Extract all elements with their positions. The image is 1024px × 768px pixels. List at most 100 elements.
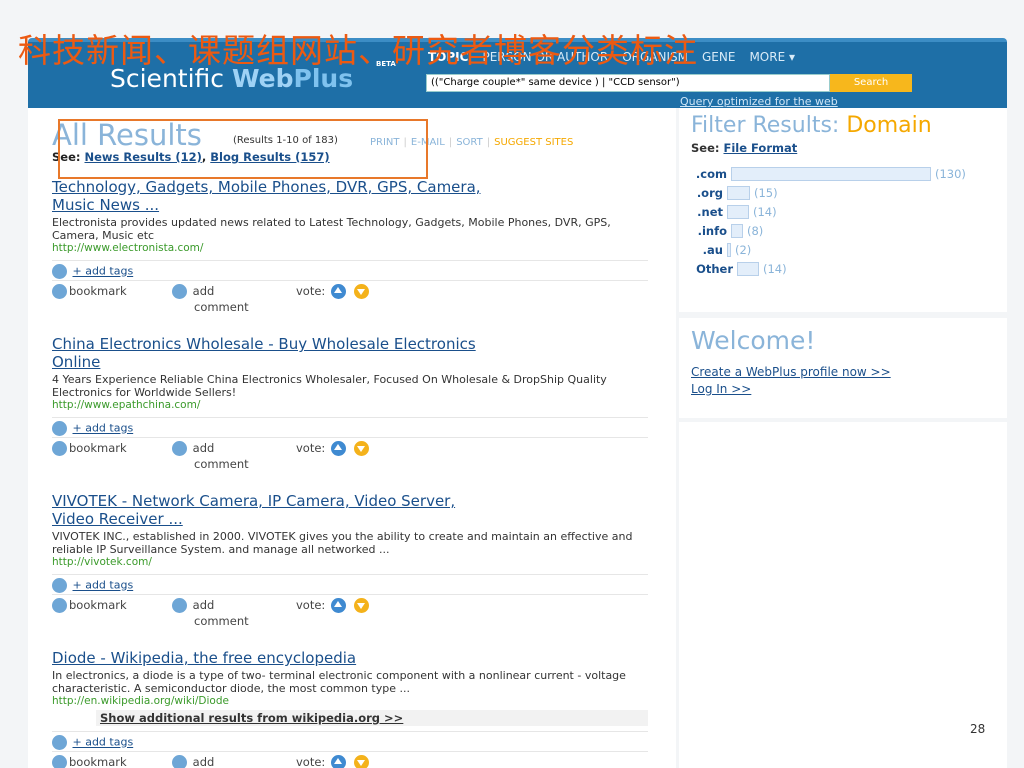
domain-bar <box>727 186 750 200</box>
vote-down-icon[interactable] <box>354 284 370 299</box>
domain-label: .org <box>696 186 723 200</box>
blog-results-link[interactable]: Blog Results (157) <box>210 150 329 164</box>
domain-count: (8) <box>747 224 764 238</box>
vote-group: vote: <box>296 284 371 299</box>
news-results-link[interactable]: News Results (12) <box>85 150 202 164</box>
result-url[interactable]: http://www.epathchina.com/ <box>52 399 648 412</box>
bookmark-button[interactable]: bookmark <box>52 284 127 299</box>
tag-icon <box>52 264 67 279</box>
bookmark-icon <box>52 598 67 613</box>
domain-filter-info[interactable]: .info (8) <box>691 223 763 239</box>
domain-bar <box>731 224 743 238</box>
domain-label: .au <box>702 243 723 257</box>
add-comment-button[interactable]: add <box>172 441 214 456</box>
print-link[interactable]: PRINT <box>370 137 400 148</box>
vote-label: vote: <box>296 441 326 455</box>
results-count: (Results 1-10 of 183) <box>233 135 338 146</box>
domain-label: .net <box>697 205 723 219</box>
results-panel: All Results (Results 1-10 of 183) PRINT |… <box>28 108 676 768</box>
sort-link[interactable]: SORT <box>456 137 483 148</box>
add-tags-link[interactable]: + add tags <box>73 422 134 435</box>
result-title-link[interactable]: VIVOTEK - Network Camera, IP Camera, Vid… <box>52 492 648 528</box>
result-actions: bookmark add comment vote: <box>52 437 648 471</box>
comment-icon <box>172 284 187 299</box>
file-format-link[interactable]: File Format <box>724 141 798 155</box>
result-description: In electronics, a diode is a type of two… <box>52 669 626 695</box>
vote-up-icon[interactable] <box>331 441 347 456</box>
result-title-link[interactable]: Diode - Wikipedia, the free encyclopedia <box>52 649 648 667</box>
add-comment-label: comment <box>194 457 249 471</box>
bookmark-button[interactable]: bookmark <box>52 598 127 613</box>
domain-bar <box>727 243 731 257</box>
tags-line: + add tags <box>52 260 648 279</box>
email-link[interactable]: E-MAIL <box>411 137 445 148</box>
add-tags-link[interactable]: + add tags <box>73 265 134 278</box>
result-description: 4 Years Experience Reliable China Electr… <box>52 373 607 399</box>
tags-line: + add tags <box>52 417 648 436</box>
welcome-panel: Welcome! Create a WebPlus profile now >>… <box>679 318 1007 418</box>
bookmark-button[interactable]: bookmark <box>52 441 127 456</box>
bookmark-button[interactable]: bookmark <box>52 755 127 768</box>
see-line: See: News Results (12), Blog Results (15… <box>52 150 330 164</box>
search-input[interactable]: (("Charge couple*" same device ) | "CCD … <box>426 74 830 92</box>
result-url[interactable]: http://www.electronista.com/ <box>52 242 648 255</box>
login-link[interactable]: Log In >> <box>691 382 751 396</box>
add-comment-button[interactable]: add <box>172 284 214 299</box>
create-profile-link[interactable]: Create a WebPlus profile now >> <box>691 365 891 379</box>
domain-count: (14) <box>763 262 787 276</box>
domain-filter-other[interactable]: Other (14) <box>691 261 787 277</box>
result-title-line: VIVOTEK - Network Camera, IP Camera, Vid… <box>52 492 456 510</box>
domain-count: (15) <box>754 186 778 200</box>
more-results-link[interactable]: Show additional results from wikipedia.o… <box>96 710 648 726</box>
nav-more[interactable]: MORE ▾ <box>749 50 795 64</box>
vote-down-icon[interactable] <box>354 441 370 456</box>
welcome-title: Welcome! <box>691 326 816 355</box>
slide-page-number: 28 <box>970 722 986 736</box>
domain-filter-net[interactable]: .net (14) <box>691 204 777 220</box>
domain-label: .info <box>697 224 727 238</box>
vote-down-icon[interactable] <box>354 755 370 768</box>
domain-bar <box>727 205 749 219</box>
result-title-line: China Electronics Wholesale - Buy Wholes… <box>52 335 476 353</box>
see-separator: , <box>201 150 207 164</box>
vote-down-icon[interactable] <box>354 598 370 613</box>
result-actions: bookmark add comment vote: <box>52 280 648 314</box>
result-title-link[interactable]: Technology, Gadgets, Mobile Phones, DVR,… <box>52 178 648 214</box>
vote-up-icon[interactable] <box>331 284 347 299</box>
add-tags-link[interactable]: + add tags <box>73 579 134 592</box>
result-url[interactable]: http://en.wikipedia.org/wiki/Diode <box>52 695 648 708</box>
result-url[interactable]: http://vivotek.com/ <box>52 556 648 569</box>
filter-see-line: See: File Format <box>691 141 797 155</box>
filter-see-label: See: <box>691 141 720 155</box>
domain-bar <box>731 167 931 181</box>
domain-count: (14) <box>753 205 777 219</box>
domain-filter-au[interactable]: .au (2) <box>691 242 751 258</box>
add-tags-link[interactable]: + add tags <box>73 736 134 749</box>
filter-panel: Filter Results: Domain See: File Format … <box>679 108 1007 312</box>
query-optimized-link[interactable]: Query optimized for the web <box>680 95 838 108</box>
result-title-line: Technology, Gadgets, Mobile Phones, DVR,… <box>52 178 481 196</box>
nav-gene[interactable]: GENE <box>702 50 735 64</box>
see-label: See: <box>52 150 81 164</box>
result-item: Technology, Gadgets, Mobile Phones, DVR,… <box>52 178 648 314</box>
comment-icon <box>172 598 187 613</box>
bookmark-icon <box>52 441 67 456</box>
suggest-sites-link[interactable]: SUGGEST SITES <box>494 137 573 148</box>
domain-filter-com[interactable]: .com (130) <box>691 166 966 182</box>
comment-icon <box>172 755 187 768</box>
search-button[interactable]: Search <box>830 74 912 92</box>
result-item: China Electronics Wholesale - Buy Wholes… <box>52 335 648 471</box>
add-comment-button[interactable]: add <box>172 598 214 613</box>
vote-up-icon[interactable] <box>331 598 347 613</box>
domain-count: (130) <box>935 167 966 181</box>
domain-bar <box>737 262 759 276</box>
vote-label: vote: <box>296 755 326 768</box>
result-item: Diode - Wikipedia, the free encyclopedia… <box>52 649 648 768</box>
result-title-link[interactable]: China Electronics Wholesale - Buy Wholes… <box>52 335 648 371</box>
domain-filter-org[interactable]: .org (15) <box>691 185 778 201</box>
vote-up-icon[interactable] <box>331 755 347 768</box>
add-comment-label: comment <box>194 300 249 314</box>
add-comment-button[interactable]: add <box>172 755 214 768</box>
vote-group: vote: <box>296 441 371 456</box>
result-actions: bookmark add vote: <box>52 751 648 768</box>
